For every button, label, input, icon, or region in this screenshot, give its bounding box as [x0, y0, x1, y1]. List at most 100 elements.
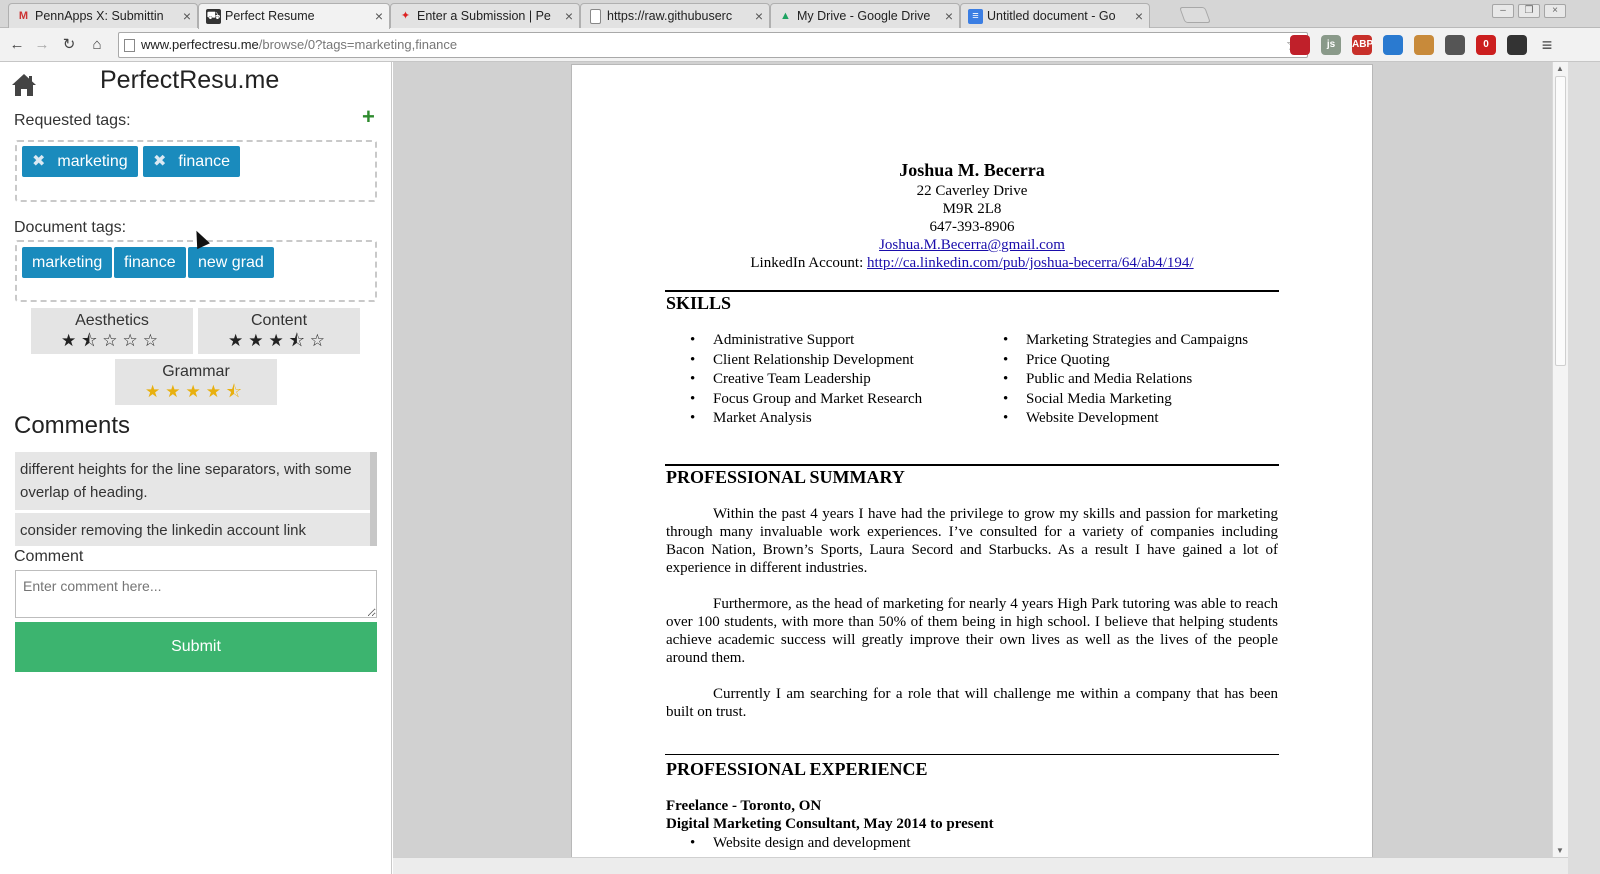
tab-title: Enter a Submission | Pe: [417, 9, 551, 23]
back-arrow-icon[interactable]: ←: [6, 34, 28, 56]
minimize-button[interactable]: –: [1492, 4, 1514, 18]
add-tag-icon[interactable]: +: [362, 106, 375, 128]
rating-label: Aesthetics: [75, 312, 149, 329]
shield-extension-icon[interactable]: [1383, 35, 1403, 55]
eyedropper-extension-icon[interactable]: [1445, 35, 1465, 55]
pin-icon: ✦: [400, 10, 411, 22]
page-scrollbar[interactable]: ▲ ▼: [1552, 62, 1568, 857]
resume-email: Joshua.M.Becerra@gmail.com: [572, 236, 1372, 254]
tab-github-raw[interactable]: https://raw.githubuserc ×: [580, 3, 770, 29]
js-extension-icon[interactable]: js: [1321, 35, 1341, 55]
section-divider: [665, 290, 1279, 292]
comment-item: different heights for the line separator…: [15, 452, 370, 510]
submit-button[interactable]: Submit: [15, 622, 377, 672]
tab-perfect-resume[interactable]: ⛟ Perfect Resume ×: [198, 3, 390, 29]
comment-input[interactable]: [15, 570, 377, 618]
resume-name: Joshua M. Becerra: [899, 160, 1045, 180]
stop-extension-icon[interactable]: [1290, 35, 1310, 55]
home-button-icon[interactable]: ⌂: [86, 34, 108, 56]
tab-pennapps[interactable]: M PennApps X: Submittin ×: [8, 3, 198, 29]
new-tab-button[interactable]: [1179, 7, 1211, 23]
rating-label: Grammar: [162, 363, 230, 380]
tab-title: https://raw.githubuserc: [607, 9, 733, 23]
resume-address: 22 Caverley Drive: [916, 183, 1028, 199]
skill-item: Marketing Strategies and Campaigns: [979, 331, 1248, 351]
rating-label: Content: [250, 312, 308, 329]
summary-text: Within the past 4 years I have had the p…: [666, 506, 1278, 576]
address-bar[interactable]: www.perfectresu.me/browse/0?tags=marketi…: [118, 32, 1308, 58]
tab-title: My Drive - Google Drive: [797, 9, 931, 23]
close-icon[interactable]: ×: [945, 4, 953, 28]
skill-item: Administrative Support: [666, 331, 922, 351]
star-rating-icons[interactable]: ★⯪☆☆☆: [31, 331, 193, 351]
skill-item: Public and Media Relations: [979, 370, 1248, 390]
summary-paragraph: Currently I am searching for a role that…: [666, 685, 1278, 721]
menu-icon[interactable]: ≡: [1536, 34, 1558, 56]
tab-enter-submission[interactable]: ✦ Enter a Submission | Pe ×: [390, 3, 580, 29]
tab-untitled-document[interactable]: ≡ Untitled document - Go ×: [960, 3, 1150, 29]
sync-extension-icon[interactable]: [1507, 35, 1527, 55]
star-rating-icons[interactable]: ★★★⯪☆: [198, 331, 360, 351]
drive-icon: ▲: [780, 10, 791, 22]
skills-heading: SKILLS: [666, 293, 732, 313]
requested-tag[interactable]: ✖ marketing: [22, 146, 138, 177]
section-divider: [665, 754, 1279, 755]
section-divider: [665, 464, 1279, 466]
forward-arrow-icon[interactable]: →: [31, 34, 53, 56]
document-tag[interactable]: marketing: [22, 247, 113, 278]
remove-tag-icon[interactable]: ✖: [32, 153, 45, 170]
tab-title: Untitled document - Go: [987, 9, 1116, 23]
summary-paragraph: Furthermore, as the head of marketing fo…: [666, 595, 1278, 667]
tag-label: finance: [178, 153, 230, 170]
scrollbar-thumb[interactable]: [1555, 76, 1566, 366]
resume-linkedin: LinkedIn Account: http://ca.linkedin.com…: [572, 254, 1372, 272]
comments-scrollbar[interactable]: [370, 452, 377, 546]
close-icon[interactable]: ×: [183, 4, 191, 28]
experience-heading: PROFESSIONAL EXPERIENCE: [666, 759, 928, 779]
comment-item: consider removing the linkedin account l…: [15, 513, 370, 546]
lastpass-extension-icon[interactable]: 0: [1476, 35, 1496, 55]
remove-tag-icon[interactable]: ✖: [153, 153, 166, 170]
email-link[interactable]: Joshua.M.Becerra@gmail.com: [879, 237, 1065, 253]
close-icon[interactable]: ×: [565, 4, 573, 28]
skill-item: Focus Group and Market Research: [666, 390, 922, 410]
summary-text: Currently I am searching for a role that…: [666, 686, 1278, 720]
comments-list: different heights for the line separator…: [15, 452, 377, 546]
summary-text: Furthermore, as the head of marketing fo…: [666, 596, 1278, 666]
reload-icon[interactable]: ↻: [58, 34, 80, 56]
page-icon: [124, 39, 135, 52]
star-rating-icons[interactable]: ★★★★⯪: [115, 382, 277, 402]
skill-item: Website Development: [979, 409, 1248, 429]
requested-tags-label: Requested tags:: [14, 112, 131, 129]
skill-item: Client Relationship Development: [666, 351, 922, 371]
job-company: Freelance - Toronto, ON: [666, 798, 822, 814]
tag-label: marketing: [57, 153, 128, 170]
browser-toolbar: ← → ↻ ⌂ www.perfectresu.me/browse/0?tags…: [0, 28, 1600, 62]
skill-item: Social Media Marketing: [979, 390, 1248, 410]
adblock-icon[interactable]: ABP: [1352, 35, 1373, 55]
browser-tab-strip: M PennApps X: Submittin × ⛟ Perfect Resu…: [0, 0, 1600, 29]
job-title: Digital Marketing Consultant, May 2014 t…: [666, 816, 994, 832]
url-path: /browse/0?tags=marketing,finance: [258, 37, 458, 52]
resume-phone: 647-393-8906: [929, 219, 1015, 235]
document-tag[interactable]: finance: [114, 247, 186, 278]
requested-tag[interactable]: ✖ finance: [143, 146, 240, 177]
window-close-button[interactable]: ×: [1544, 4, 1566, 18]
rating-content: Content ★★★⯪☆: [198, 308, 360, 354]
close-icon[interactable]: ×: [375, 4, 383, 28]
document-tag[interactable]: new grad: [188, 247, 274, 278]
home-icon[interactable]: [10, 72, 38, 98]
close-icon[interactable]: ×: [755, 4, 763, 28]
tab-google-drive[interactable]: ▲ My Drive - Google Drive ×: [770, 3, 960, 29]
close-icon[interactable]: ×: [1135, 4, 1143, 28]
scroll-down-arrow-icon[interactable]: ▼: [1556, 846, 1564, 855]
scroll-up-arrow-icon[interactable]: ▲: [1556, 64, 1564, 73]
skill-item: Market Analysis: [666, 409, 922, 429]
linkedin-link[interactable]: http://ca.linkedin.com/pub/joshua-becerr…: [867, 255, 1194, 271]
review-sidebar: PerfectResu.me Requested tags: + ✖ market…: [0, 62, 392, 874]
maximize-button[interactable]: ❐: [1518, 4, 1540, 18]
cookie-extension-icon[interactable]: [1414, 35, 1434, 55]
document-viewer[interactable]: Joshua M. Becerra 22 Caverley Drive M9R …: [393, 62, 1552, 874]
horizontal-scrollbar[interactable]: [393, 857, 1568, 874]
requested-tags-box[interactable]: ✖ marketing ✖ finance: [15, 140, 377, 202]
